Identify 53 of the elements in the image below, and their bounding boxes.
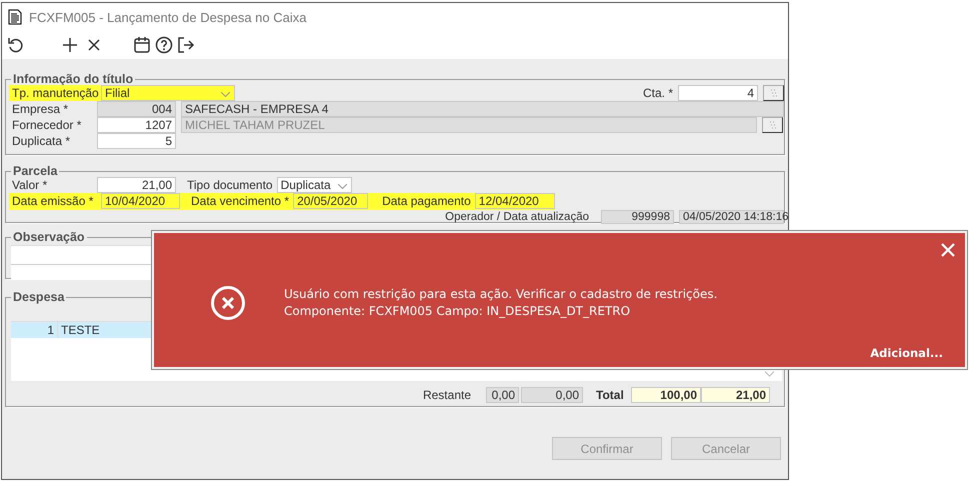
field-label: Duplicata * [11, 134, 72, 148]
document-icon [8, 9, 22, 25]
remaining-field: 0,00 [486, 387, 519, 403]
supplier-code-field[interactable]: 1207 [97, 117, 176, 133]
maintenance-dropdown[interactable]: Filial [101, 85, 235, 101]
lookup-button[interactable] [763, 85, 784, 101]
remaining-field: 0,00 [521, 387, 583, 403]
window-title: FCXFM005 - Lançamento de Despesa no Caixa [29, 10, 306, 24]
total-field: 21,00 [701, 387, 770, 403]
field-label: Tipo documento [186, 178, 274, 192]
issue-date-field[interactable]: 10/04/2020 [101, 193, 180, 209]
due-date-field[interactable]: 20/05/2020 [293, 193, 368, 209]
table-cell: 1 [11, 322, 58, 338]
chevron-down-icon [338, 184, 347, 189]
calendar-icon[interactable] [133, 36, 151, 54]
field-label: Empresa * [11, 102, 70, 116]
company-code-field[interactable]: 004 [97, 101, 176, 117]
add-icon[interactable] [61, 36, 79, 54]
error-icon [210, 285, 246, 321]
field-label: Operador / Data atualização [444, 211, 590, 223]
section-title: Observação [12, 231, 86, 243]
section-title: Informação do título [12, 73, 134, 85]
field-label: Total [595, 388, 625, 402]
field-label: Valor * [11, 178, 48, 192]
supplier-name-field: MICHEL TAHAM PRUZEL [181, 117, 757, 133]
exit-icon[interactable] [177, 36, 195, 54]
total-field: 100,00 [631, 387, 701, 403]
lookup-button[interactable] [762, 117, 783, 133]
field-label: Data pagamento [381, 194, 472, 208]
error-detail: Componente: FCXFM005 Campo: IN_DESPESA_DT_RETRO [284, 304, 632, 318]
field-label: Tp. manutenção [11, 86, 100, 100]
undo-icon[interactable] [7, 36, 25, 54]
dots-icon [768, 89, 778, 97]
field-label: Data vencimento * [190, 194, 290, 208]
section-title: Parcela [12, 165, 58, 177]
company-name-field: SAFECASH - EMPRESA 4 [181, 101, 784, 117]
dots-icon [768, 121, 778, 129]
field-label: Data emissão * [11, 194, 94, 208]
chevron-down-icon [221, 92, 230, 97]
details-link[interactable]: Adicional... [870, 346, 943, 360]
help-icon[interactable] [155, 36, 173, 54]
operator-field: 999998 [601, 210, 674, 224]
field-label: Cta. * [642, 86, 674, 100]
account-field[interactable]: 4 [678, 85, 758, 101]
table-cell-text: TESTE [60, 322, 100, 338]
payment-date-field[interactable]: 12/04/2020 [474, 193, 555, 209]
duplicate-field[interactable]: 5 [97, 133, 176, 149]
field-label: Restante [422, 388, 472, 402]
document-type-dropdown[interactable]: Duplicata [276, 177, 352, 193]
section-title: Despesa [12, 291, 66, 303]
amount-field[interactable]: 21,00 [97, 177, 176, 193]
field-label: Fornecedor * [11, 118, 82, 132]
error-message: Usuário com restrição para esta ação. Verificar o cadastro de restrições. [284, 286, 718, 300]
